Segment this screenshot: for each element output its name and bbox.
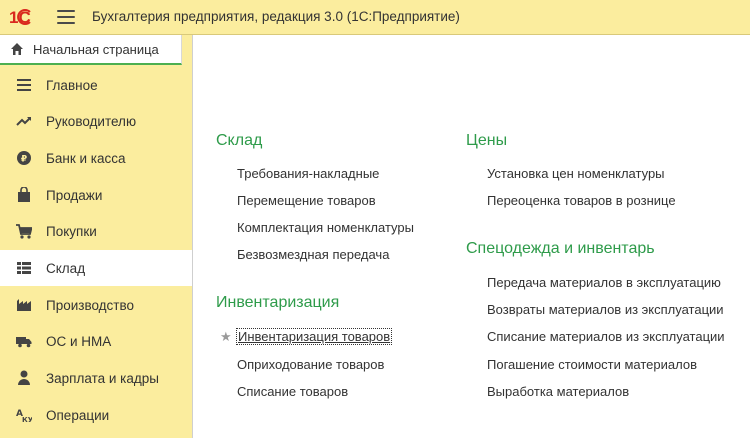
link-materials-writeoff[interactable]: Списание материалов из эксплуатации <box>487 329 725 344</box>
factory-icon <box>16 297 32 313</box>
app-title: Бухгалтерия предприятия, редакция 3.0 (1… <box>92 9 460 24</box>
person-icon <box>16 370 32 386</box>
link-set-prices[interactable]: Установка цен номенклатуры <box>487 166 665 181</box>
sidebar-item-salary[interactable]: Зарплата и кадры <box>0 360 192 396</box>
cart-icon <box>16 223 32 239</box>
link-materials-output[interactable]: Выработка материалов <box>487 384 629 399</box>
sidebar-item-production[interactable]: Производство <box>0 287 192 323</box>
link-requisitions[interactable]: Требования-накладные <box>237 166 379 181</box>
sidebar-item-bank[interactable]: ₽ Банк и касса <box>0 140 192 176</box>
sidebar-item-label: Операции <box>46 407 110 423</box>
section-title-prices: Цены <box>466 132 508 149</box>
link-assembly[interactable]: Комплектация номенклатуры <box>237 220 414 235</box>
sidebar-item-manager[interactable]: Руководителю <box>0 103 192 139</box>
section-title-workwear: Спецодежда и инвентарь <box>466 240 655 257</box>
link-goods-receipt[interactable]: Оприходование товаров <box>237 357 384 372</box>
warehouse-icon <box>16 260 32 276</box>
svg-text:₽: ₽ <box>21 155 27 165</box>
sidebar-item-label: Банк и касса <box>46 150 126 166</box>
link-goods-writeoff[interactable]: Списание товаров <box>237 384 348 399</box>
sidebar-item-label: Продажи <box>46 187 103 203</box>
svg-text:КУ: КУ <box>22 416 32 423</box>
sidebar-item-label: ОС и НМА <box>46 333 112 349</box>
trend-icon <box>16 113 32 129</box>
list-icon <box>16 77 32 93</box>
sidebar-item-label: Зарплата и кадры <box>46 370 159 386</box>
link-inventory-goods[interactable]: Инвентаризация товаров <box>236 328 393 345</box>
sidebar-item-label: Склад <box>46 260 86 276</box>
shopping-bag-icon <box>16 187 32 203</box>
main-menu-icon[interactable] <box>57 10 75 24</box>
sidebar: Главное Руководителю ₽ Банк и касса Прод… <box>0 65 192 438</box>
link-materials-to-use[interactable]: Передача материалов в эксплуатацию <box>487 275 721 290</box>
link-retail-revaluation[interactable]: Переоценка товаров в рознице <box>487 193 676 208</box>
link-cost-repayment[interactable]: Погашение стоимости материалов <box>487 357 697 372</box>
operations-icon: А КУ <box>16 407 32 423</box>
link-materials-return[interactable]: Возвраты материалов из эксплуатации <box>487 302 724 317</box>
sidebar-item-main[interactable]: Главное <box>0 67 192 103</box>
tab-home[interactable]: Начальная страница <box>0 35 182 65</box>
sidebar-item-label: Производство <box>46 297 135 313</box>
sidebar-item-label: Покупки <box>46 223 97 239</box>
home-icon <box>11 43 23 55</box>
sidebar-item-label: Руководителю <box>46 113 137 129</box>
sidebar-item-warehouse[interactable]: Склад <box>0 250 192 286</box>
truck-icon <box>16 333 32 349</box>
sidebar-item-purchases[interactable]: Покупки <box>0 213 192 249</box>
sidebar-item-operations[interactable]: А КУ Операции <box>0 397 192 433</box>
link-goods-transfer[interactable]: Перемещение товаров <box>237 193 376 208</box>
tab-home-label: Начальная страница <box>33 41 159 57</box>
sidebar-item-sales[interactable]: Продажи <box>0 177 192 213</box>
tab-strip: Начальная страница <box>0 35 192 65</box>
title-bar: 1С Бухгалтерия предприятия, редакция 3.0… <box>0 0 750 35</box>
sidebar-item-label: Главное <box>46 77 98 93</box>
favorite-star-icon[interactable]: ★ <box>220 329 232 345</box>
link-free-transfer[interactable]: Безвозмездная передача <box>237 247 389 262</box>
main-panel: Склад Требования-накладные Перемещение т… <box>192 35 750 438</box>
section-title-warehouse: Склад <box>216 132 263 149</box>
sidebar-item-assets[interactable]: ОС и НМА <box>0 323 192 359</box>
section-title-inventory: Инвентаризация <box>216 294 340 311</box>
coin-icon: ₽ <box>16 150 32 166</box>
1c-logo-icon[interactable]: 1С <box>8 7 46 27</box>
